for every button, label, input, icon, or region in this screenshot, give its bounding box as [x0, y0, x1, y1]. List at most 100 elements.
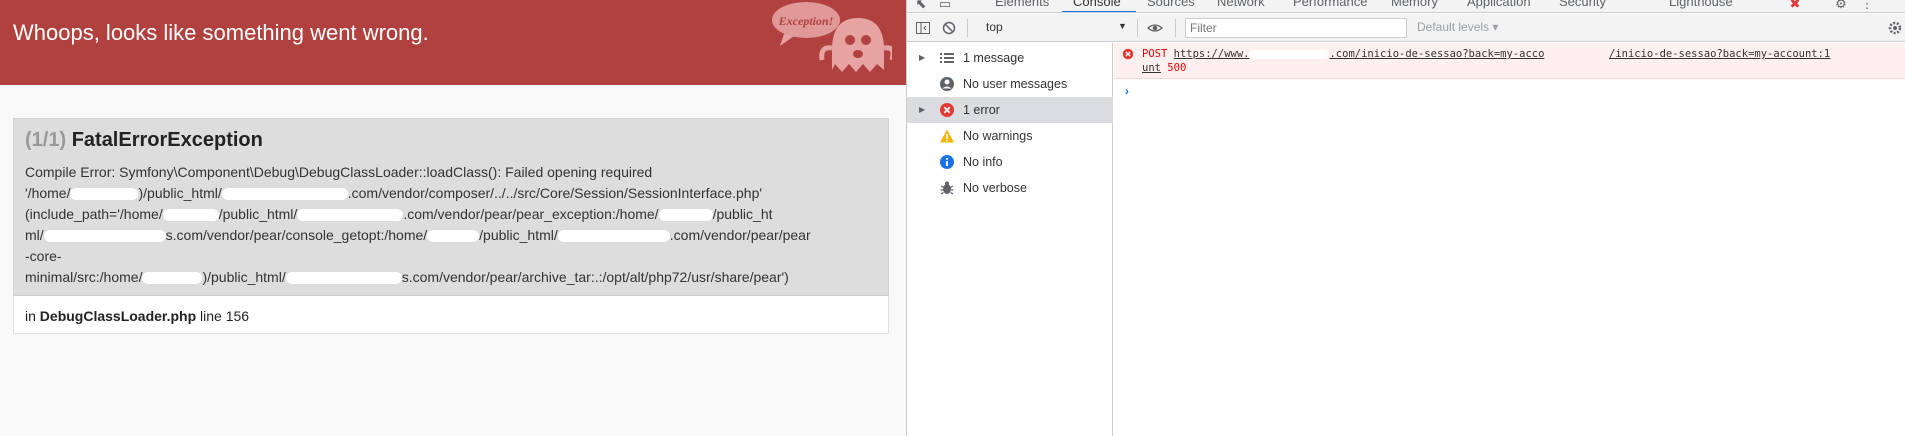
- tab-console[interactable]: Console: [1073, 0, 1121, 9]
- console-error-message: POST https://www. .com/inicio-de-sessao?b…: [1114, 43, 1905, 79]
- device-toolbar-icon[interactable]: ▭: [937, 0, 953, 12]
- exception-panel: (1/1) FatalErrorException Compile Error:…: [13, 118, 889, 296]
- message-text: Compile Error: Symfony\Component\Debug\D…: [25, 164, 653, 180]
- sidebar-item-verbose[interactable]: No verbose: [907, 175, 1113, 201]
- message-text: .com/vendor/pear/pear: [669, 227, 811, 243]
- status-code: 500: [1167, 62, 1187, 74]
- tab-application[interactable]: Application: [1467, 0, 1531, 9]
- error-icon: [1122, 48, 1134, 60]
- log-levels-label: Default levels: [1417, 20, 1490, 34]
- exception-name: FatalErrorException: [71, 129, 263, 151]
- sidebar-toggle-icon[interactable]: [915, 20, 931, 36]
- location-file[interactable]: DebugClassLoader.php: [40, 308, 196, 324]
- url-wrap[interactable]: unt: [1142, 62, 1161, 74]
- redaction: [162, 209, 219, 222]
- more-options-icon[interactable]: ⋮: [1859, 0, 1875, 12]
- tab-elements[interactable]: Elements: [995, 0, 1049, 9]
- filter-input[interactable]: [1185, 18, 1407, 38]
- exception-message: Compile Error: Symfony\Component\Debug\D…: [25, 162, 885, 288]
- redaction: [285, 272, 402, 285]
- message-text: s.com/vendor/pear/archive_tar:.:/opt/alt…: [401, 269, 789, 285]
- message-text: -core-: [25, 248, 62, 264]
- message-text: minimal/src:/home/: [25, 269, 143, 285]
- message-text: (include_path='/home/: [25, 206, 163, 222]
- redaction: [43, 230, 166, 243]
- console-toolbar: top ▼ Default levels ▾: [907, 14, 1905, 42]
- sidebar-item-label: No warnings: [963, 129, 1033, 143]
- request-url[interactable]: https://www. .com/inicio-de-sessao?back=m…: [1174, 48, 1545, 60]
- source-link[interactable]: /inicio-de-sessao?back=my-account:1: [1609, 47, 1830, 61]
- context-dropdown-icon[interactable]: ▼: [1118, 21, 1127, 31]
- sidebar-item-label: No verbose: [963, 181, 1027, 195]
- message-text: ml/: [25, 227, 44, 243]
- inspect-element-icon[interactable]: ⬉: [913, 0, 929, 12]
- devtools-panel: ⬉ ▭ Elements Console Sources Network Per…: [906, 0, 1905, 436]
- tab-memory[interactable]: Memory: [1391, 0, 1438, 9]
- exception-heading: (1/1) FatalErrorException: [25, 129, 263, 152]
- expand-arrow-icon[interactable]: ▶: [919, 53, 925, 62]
- screen: Whoops, looks like something went wrong.…: [0, 0, 1905, 436]
- devtools-tabbar: ⬉ ▭ Elements Console Sources Network Per…: [907, 0, 1905, 13]
- location-prefix: in: [25, 308, 36, 324]
- message-text: /public_ht: [712, 206, 773, 222]
- tab-security[interactable]: Security: [1559, 0, 1606, 9]
- clear-console-icon[interactable]: [941, 20, 957, 36]
- tab-lighthouse[interactable]: Lighthouse: [1669, 0, 1733, 9]
- message-text: s.com/vendor/pear/console_getopt:/home/: [165, 227, 428, 243]
- redaction: [221, 188, 348, 201]
- message-text: .com/vendor/pear/pear_exception:/home/: [403, 206, 659, 222]
- ghost-label: Exception!: [778, 14, 834, 28]
- exception-count: (1/1): [25, 129, 67, 151]
- error-icon: [940, 103, 954, 117]
- url-prefix: https://www.: [1173, 48, 1250, 60]
- location-line: line 156: [200, 308, 250, 324]
- expand-arrow-icon[interactable]: ▶: [919, 105, 925, 114]
- warning-icon: [940, 129, 954, 143]
- info-icon: [940, 155, 954, 169]
- error-title: Whoops, looks like something went wrong.: [13, 20, 429, 45]
- redaction: [297, 209, 404, 222]
- settings-icon[interactable]: ⚙: [1833, 0, 1849, 12]
- sidebar-item-label: 1 message: [963, 51, 1025, 65]
- console-output: POST https://www. .com/inicio-de-sessao?b…: [1114, 43, 1905, 436]
- url-suffix: .com/inicio-de-sessao?back=my-acco: [1329, 48, 1545, 60]
- redaction: [142, 272, 203, 285]
- message-text: .com/vendor/composer/../../src/Core/Sess…: [347, 185, 763, 201]
- sidebar-item-info[interactable]: No info: [907, 149, 1113, 175]
- console-sidebar: ▶ 1 message No user messages ▶ 1 error N…: [907, 43, 1113, 436]
- exception-ghost-icon: Exception!: [772, 2, 892, 72]
- message-text: )/public_html/: [138, 185, 222, 201]
- sidebar-item-warnings[interactable]: No warnings: [907, 123, 1113, 149]
- context-selector[interactable]: top: [986, 20, 1003, 34]
- toolbar-separator: [1175, 19, 1176, 37]
- redaction: [70, 188, 139, 201]
- error-header: Whoops, looks like something went wrong.…: [0, 0, 906, 85]
- console-settings-icon[interactable]: [1887, 20, 1903, 36]
- toolbar-separator: [1137, 19, 1138, 37]
- http-method: POST: [1142, 48, 1168, 60]
- tab-network[interactable]: Network: [1217, 0, 1265, 9]
- tab-performance[interactable]: Performance: [1293, 0, 1367, 9]
- sidebar-item-user-messages[interactable]: No user messages: [907, 71, 1113, 97]
- redaction: [658, 209, 713, 222]
- sidebar-item-label: 1 error: [963, 103, 1000, 117]
- sidebar-item-messages[interactable]: ▶ 1 message: [907, 45, 1113, 71]
- exception-location: in DebugClassLoader.php line 156: [13, 296, 889, 334]
- tab-sources[interactable]: Sources: [1147, 0, 1195, 9]
- console-prompt-icon[interactable]: ›: [1125, 84, 1129, 98]
- error-count-icon[interactable]: ✖: [1787, 0, 1803, 12]
- bug-icon: [940, 181, 954, 195]
- redaction: [1249, 49, 1330, 59]
- log-levels-dropdown[interactable]: Default levels ▾: [1417, 20, 1498, 34]
- redaction: [557, 230, 670, 243]
- active-tab-indicator: [1062, 11, 1136, 12]
- list-icon: [940, 53, 954, 63]
- toolbar-separator: [967, 19, 968, 37]
- user-icon: [940, 77, 954, 91]
- location-text: in DebugClassLoader.php line 156: [25, 308, 249, 324]
- live-expression-eye-icon[interactable]: [1147, 20, 1163, 36]
- error-text: POST https://www. .com/inicio-de-sessao?b…: [1142, 47, 1842, 75]
- sidebar-item-errors[interactable]: ▶ 1 error: [907, 97, 1113, 123]
- message-text: /public_html/: [218, 206, 298, 222]
- message-text: /public_html/: [479, 227, 558, 243]
